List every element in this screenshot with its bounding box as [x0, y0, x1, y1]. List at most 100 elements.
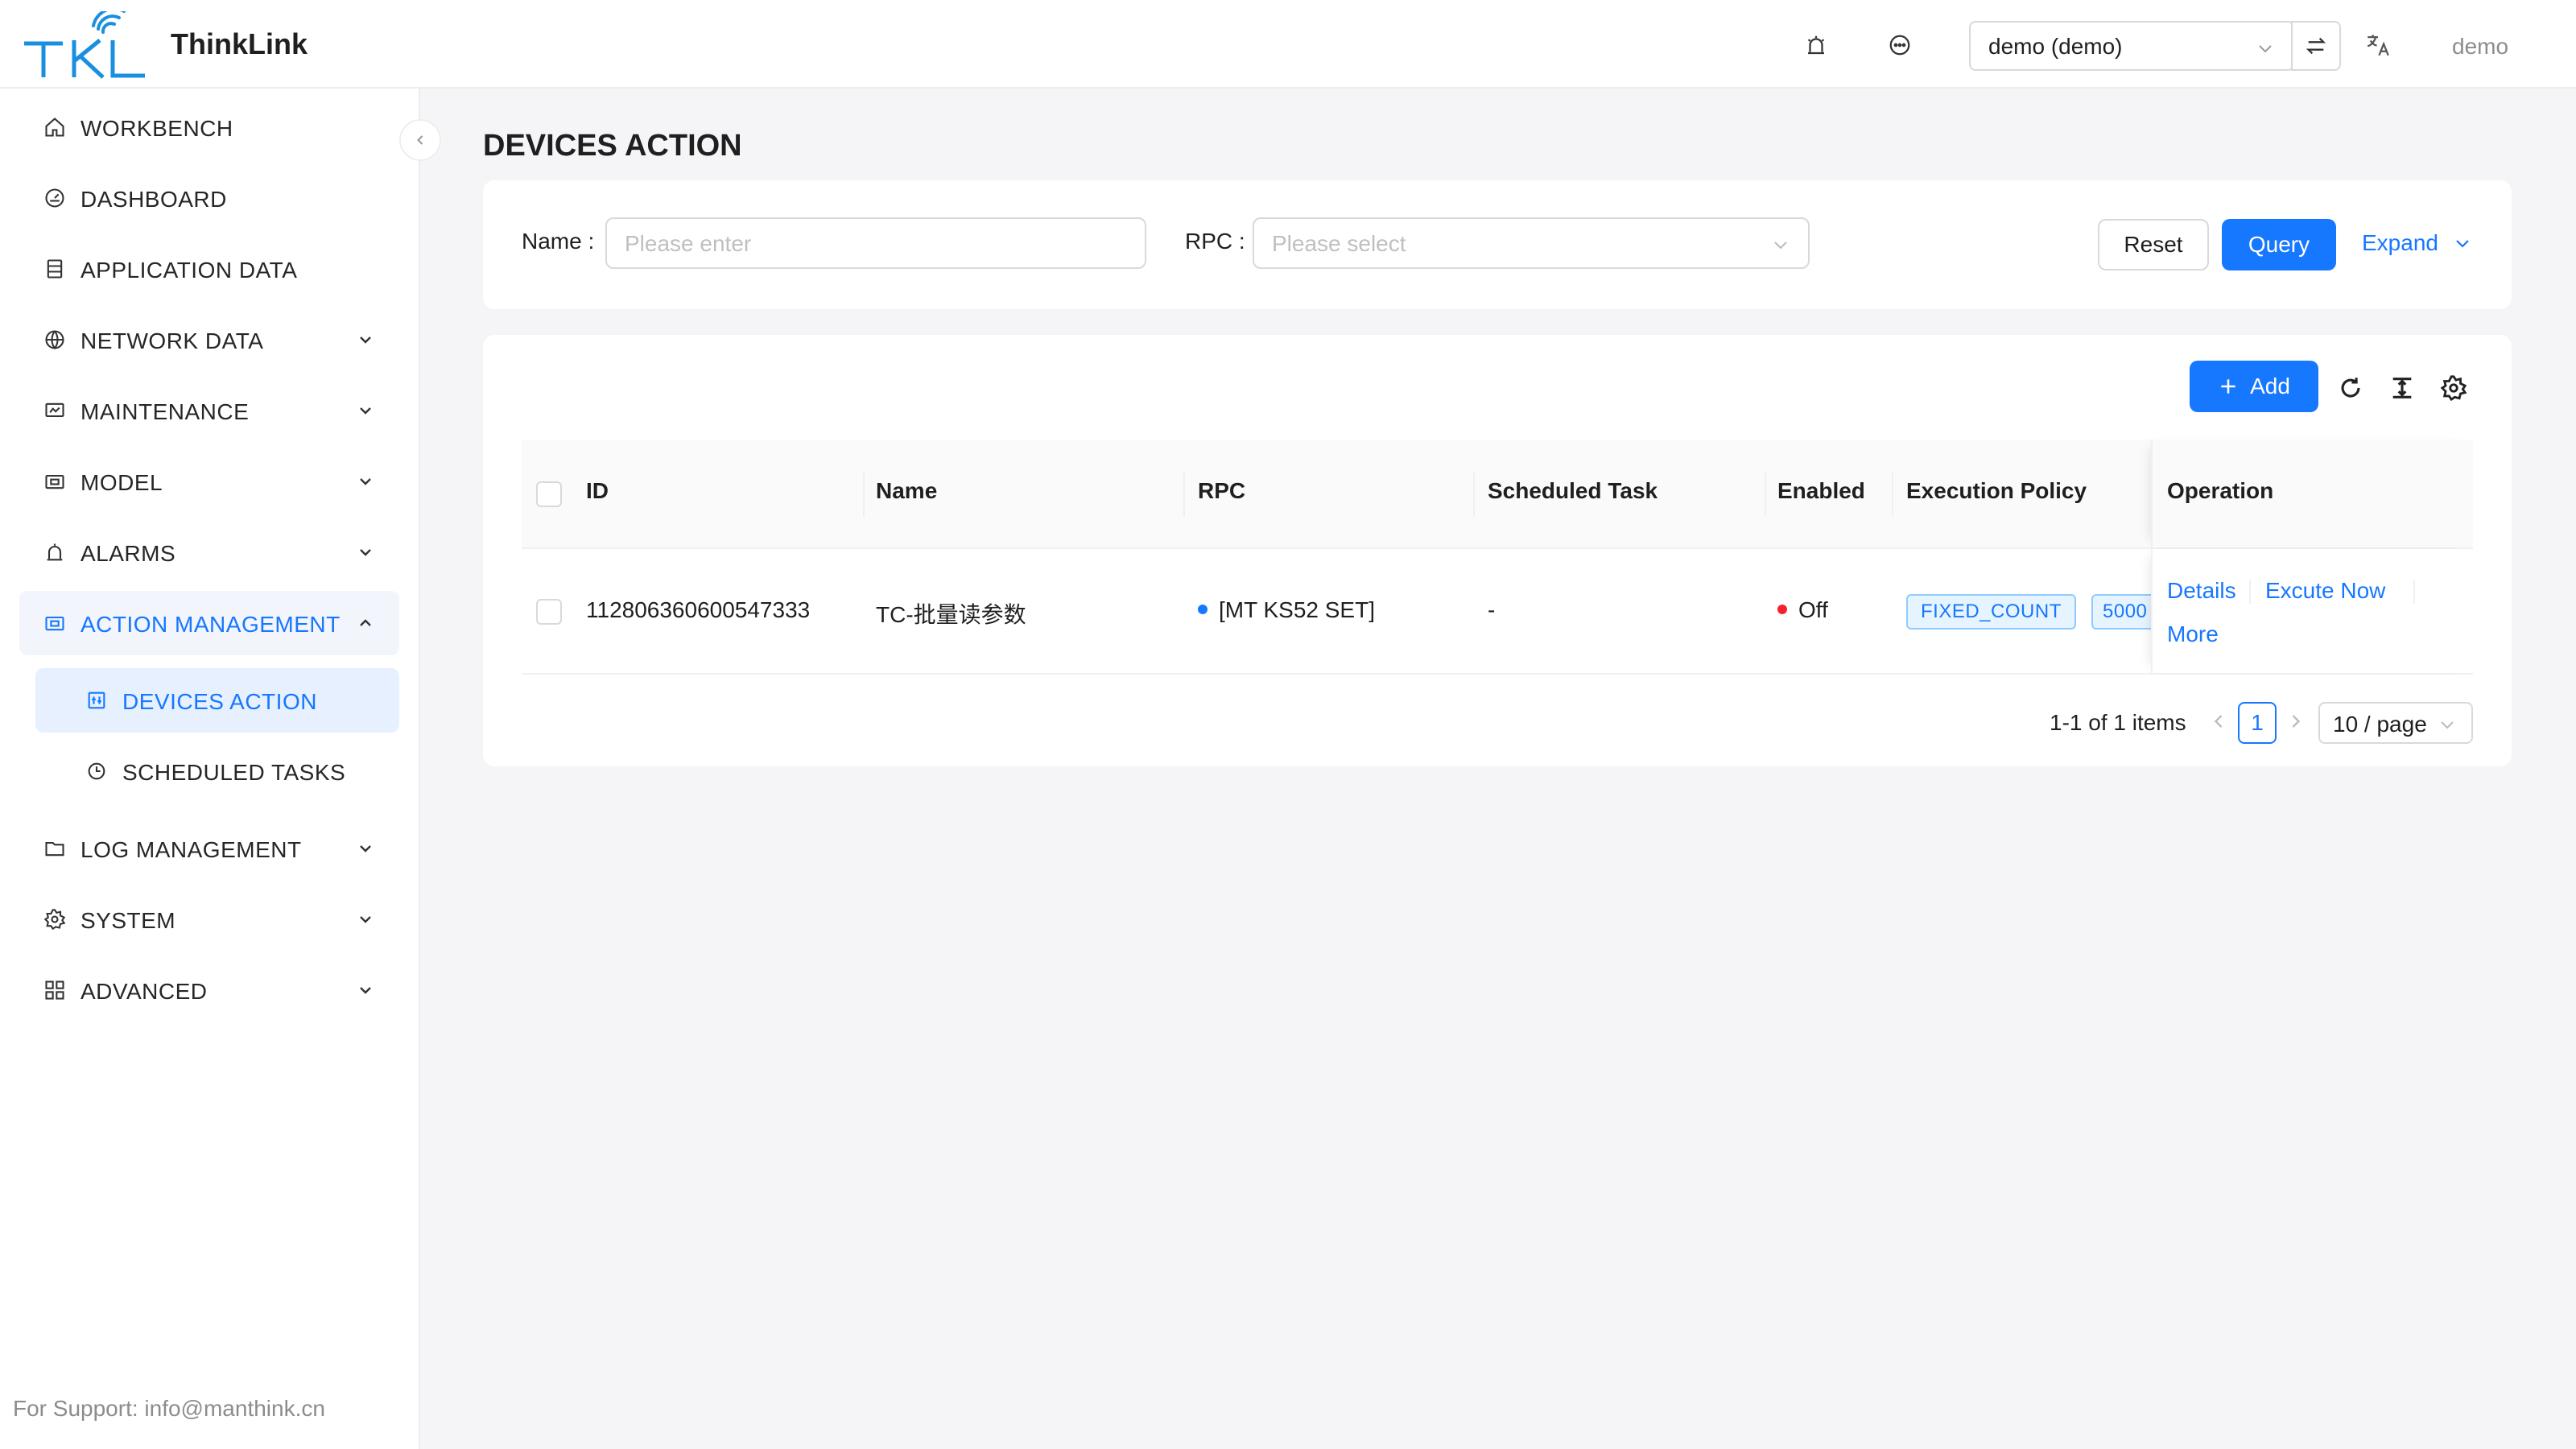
sidebar: WORKBENCH DASHBOARD APPLICATION DATA NET…	[0, 89, 420, 1449]
column-header-scheduled-task[interactable]: Scheduled Task	[1488, 478, 1657, 504]
maintenance-icon	[45, 402, 64, 418]
sidebar-subitem-devices-action[interactable]: DEVICES ACTION	[35, 668, 399, 733]
thinklink-logo	[24, 11, 145, 79]
top-header: ThinkLink demo (demo) demo	[0, 0, 2576, 89]
column-header-rpc[interactable]: RPC	[1198, 478, 1245, 504]
rpc-select-placeholder: Please select	[1272, 231, 1406, 256]
expand-button[interactable]: Expand	[2362, 230, 2472, 256]
chevron-down-icon	[360, 549, 371, 556]
database-icon	[47, 259, 63, 279]
sidebar-item-alarms[interactable]: ALARMS	[19, 520, 399, 584]
search-form-card: Name : Please enter RPC : Please select …	[483, 180, 2512, 309]
clock-icon	[88, 762, 105, 780]
chevron-up-icon	[360, 619, 371, 626]
sidebar-subitem-label: SCHEDULED TASKS	[122, 760, 346, 785]
action-icon	[45, 616, 64, 631]
dashboard-icon	[45, 188, 64, 208]
sidebar-item-label: SYSTEM	[80, 908, 176, 933]
reset-button[interactable]: Reset	[2098, 219, 2209, 270]
pagination-page-1[interactable]: 1	[2238, 702, 2277, 744]
chevron-down-icon	[360, 916, 371, 923]
tenant-select[interactable]: demo (demo)	[1969, 21, 2294, 71]
sidebar-item-label: ALARMS	[80, 541, 176, 566]
plus-icon	[2221, 379, 2235, 394]
refresh-icon[interactable]	[2333, 370, 2368, 406]
column-settings-icon[interactable]	[2436, 370, 2471, 406]
sidebar-subitem-scheduled-tasks[interactable]: SCHEDULED TASKS	[35, 739, 399, 803]
swap-tenant-button[interactable]	[2291, 21, 2341, 71]
sidebar-item-label: LOG MANAGEMENT	[80, 837, 302, 862]
select-all-checkbox[interactable]	[536, 481, 562, 507]
column-header-id[interactable]: ID	[586, 478, 609, 504]
model-icon	[45, 474, 64, 489]
operation-cell: Details Excute Now More	[2151, 549, 2473, 673]
support-contact: For Support: info@manthink.cn	[13, 1396, 325, 1421]
page-size-value: 10 / page	[2333, 712, 2427, 737]
sidebar-item-label: ADVANCED	[80, 979, 208, 1004]
sidebar-subitem-label: DEVICES ACTION	[122, 689, 317, 714]
cell-rpc: [MT KS52 SET]	[1198, 597, 1375, 623]
policy-tag: FIXED_COUNT	[1906, 594, 2076, 630]
more-link[interactable]: More	[2167, 621, 2219, 647]
sidebar-item-network-data[interactable]: NETWORK DATA	[19, 308, 399, 372]
row-checkbox[interactable]	[536, 599, 562, 625]
table-header: ID Name RPC Scheduled Task Enabled Execu…	[522, 440, 2473, 549]
next-page-icon[interactable]	[2285, 710, 2307, 733]
translate-icon[interactable]	[2362, 29, 2394, 61]
rpc-label: RPC :	[1185, 229, 1245, 254]
density-icon[interactable]	[2384, 370, 2420, 406]
devices-action-icon	[88, 691, 105, 709]
chevron-down-icon	[360, 336, 371, 344]
sidebar-item-workbench[interactable]: WORKBENCH	[19, 95, 399, 159]
sidebar-item-label: WORKBENCH	[80, 116, 233, 141]
user-name[interactable]: demo	[2452, 34, 2508, 60]
sidebar-collapse-button[interactable]	[399, 119, 441, 161]
globe-icon	[45, 330, 64, 350]
enabled-status-dot	[1777, 604, 1787, 614]
chat-icon[interactable]	[1884, 29, 1916, 61]
query-button[interactable]: Query	[2222, 219, 2336, 270]
details-link[interactable]: Details	[2167, 578, 2236, 604]
swap-icon	[2306, 37, 2326, 55]
chevron-down-icon	[360, 845, 371, 852]
name-label: Name :	[522, 229, 595, 254]
app-title: ThinkLink	[171, 27, 308, 60]
sidebar-item-system[interactable]: SYSTEM	[19, 887, 399, 952]
tenant-select-value: demo (demo)	[1988, 34, 2123, 59]
sidebar-item-label: NETWORK DATA	[80, 328, 264, 353]
cell-scheduled-task: -	[1488, 597, 1496, 622]
sidebar-item-label: MAINTENANCE	[80, 399, 250, 424]
prev-page-icon[interactable]	[2207, 710, 2230, 733]
sidebar-item-action-management[interactable]: ACTION MANAGEMENT	[19, 591, 399, 655]
column-header-operation: Operation	[2167, 478, 2274, 503]
sidebar-item-dashboard[interactable]: DASHBOARD	[19, 166, 399, 230]
operation-column-header: Operation	[2151, 440, 2473, 547]
sidebar-item-label: DASHBOARD	[80, 187, 227, 212]
chevron-down-icon	[2441, 721, 2454, 729]
sidebar-item-application-data[interactable]: APPLICATION DATA	[19, 237, 399, 301]
cell-enabled: Off	[1777, 597, 1828, 623]
table-card: Add ID Name RPC Scheduled Task Enabled E…	[483, 335, 2512, 766]
sidebar-item-advanced[interactable]: ADVANCED	[19, 958, 399, 1022]
column-header-name[interactable]: Name	[876, 478, 937, 504]
folder-icon	[45, 841, 64, 857]
rpc-select[interactable]: Please select	[1253, 217, 1810, 269]
chevron-down-icon	[2259, 45, 2272, 53]
chevron-down-icon	[1774, 242, 1787, 250]
sidebar-item-label: APPLICATION DATA	[80, 258, 298, 283]
table-row: 112806360600547333 TC-批量读参数 [MT KS52 SET…	[522, 549, 2473, 675]
name-input[interactable]: Please enter	[605, 217, 1146, 269]
rpc-status-dot	[1198, 604, 1208, 614]
sidebar-item-log-management[interactable]: LOG MANAGEMENT	[19, 816, 399, 881]
page-size-select[interactable]: 10 / page	[2318, 702, 2473, 744]
execute-now-link[interactable]: Excute Now	[2265, 578, 2385, 604]
sidebar-item-model[interactable]: MODEL	[19, 449, 399, 514]
add-button[interactable]: Add	[2190, 361, 2318, 412]
gear-icon	[43, 909, 66, 931]
column-header-enabled[interactable]: Enabled	[1777, 478, 1865, 504]
chevron-down-icon	[2455, 239, 2469, 248]
sidebar-item-maintenance[interactable]: MAINTENANCE	[19, 378, 399, 443]
alarm-light-icon[interactable]	[1800, 29, 1832, 61]
column-header-execution-policy[interactable]: Execution Policy	[1906, 478, 2087, 504]
chevron-down-icon	[360, 987, 371, 994]
